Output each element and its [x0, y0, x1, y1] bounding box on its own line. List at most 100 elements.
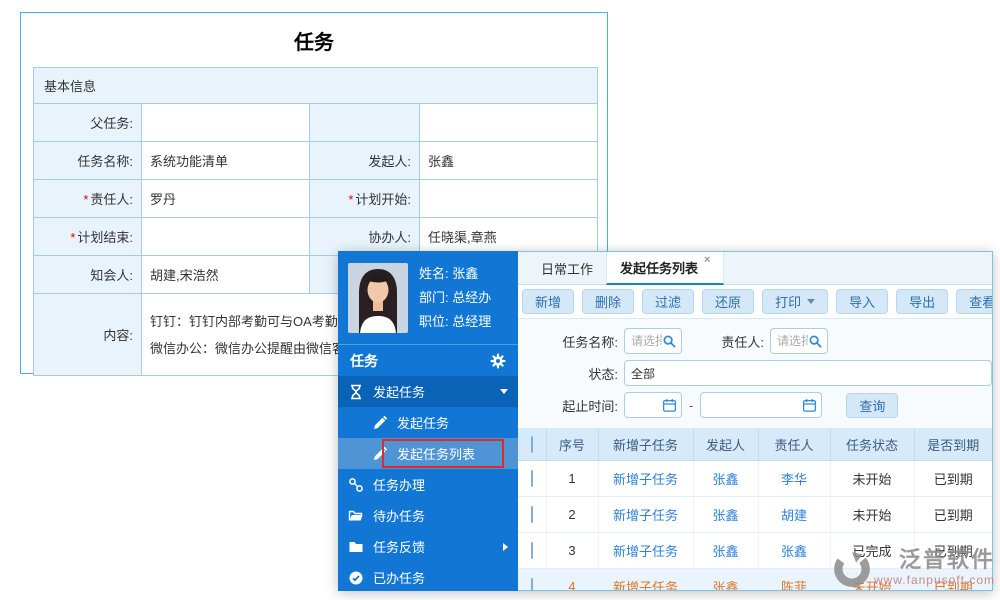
print-button[interactable]: 打印	[762, 289, 828, 314]
add-subtask-link[interactable]: 新增子任务	[613, 472, 678, 487]
sidebar-item-initiate-task-form[interactable]: 发起任务	[338, 407, 518, 438]
field-label-owner: *责任人:	[34, 180, 142, 218]
add-subtask-link[interactable]: 新增子任务	[613, 544, 678, 559]
sidebar-item-initiated-task-list[interactable]: 发起任务列表	[338, 438, 518, 469]
status-cell: 未开始	[830, 461, 914, 497]
initiator-link[interactable]: 张鑫	[712, 508, 738, 523]
profile-dept: 部门: 总经办	[419, 286, 491, 310]
field-value-informed: 胡建,宋浩然	[142, 256, 310, 294]
add-button[interactable]: 新增	[522, 289, 574, 314]
tab-daily-work[interactable]: 日常工作	[528, 252, 606, 284]
add-subtask-link[interactable]: 新增子任务	[613, 580, 678, 590]
required-mark: *	[83, 192, 88, 207]
folder-open-icon	[348, 508, 364, 524]
end-date-picker[interactable]	[700, 392, 822, 418]
table-header-row: 序号 新增子任务 发起人 责任人 任务状态 是否到期	[518, 428, 992, 461]
field-value-plan-end	[142, 218, 310, 256]
owner-input[interactable]	[777, 334, 808, 348]
module-title: 任务	[350, 351, 378, 371]
select-all-checkbox[interactable]	[531, 436, 533, 453]
profile-title: 职位: 总经理	[419, 310, 491, 334]
section-header: 基本信息	[34, 68, 598, 104]
initiator-link[interactable]: 张鑫	[712, 472, 738, 487]
tab-initiated-task-list[interactable]: 发起任务列表 ×	[606, 252, 724, 285]
select-all-cell	[518, 428, 546, 461]
owner-link[interactable]: 胡建	[781, 508, 807, 523]
export-button[interactable]: 导出	[896, 289, 948, 314]
toolbar: 新增 删除 过滤 还原 打印 导入 导出 查看日志	[518, 285, 992, 319]
close-icon[interactable]: ×	[704, 255, 710, 266]
field-value-owner: 罗丹	[142, 180, 310, 218]
filter-row-3: 起止时间: - 查询	[518, 390, 992, 420]
required-mark: *	[70, 230, 75, 245]
status-select[interactable]	[624, 360, 992, 386]
initiator-link[interactable]: 张鑫	[712, 580, 738, 590]
task-list-window: 姓名: 张鑫 部门: 总经办 职位: 总经理 任务	[338, 251, 993, 591]
seq-cell: 1	[546, 461, 598, 497]
sidebar-item-label: 发起任务	[373, 382, 425, 401]
search-icon[interactable]	[662, 334, 677, 349]
sidebar-item-task-handling[interactable]: 任务办理	[338, 469, 518, 500]
required-mark: *	[348, 192, 353, 207]
add-subtask-link[interactable]: 新增子任务	[613, 508, 678, 523]
task-name-input[interactable]	[631, 334, 662, 348]
fanpu-logo-icon	[831, 547, 873, 594]
row-checkbox[interactable]	[531, 542, 533, 559]
calendar-icon[interactable]	[662, 398, 677, 413]
delete-button[interactable]: 删除	[582, 289, 634, 314]
sidebar-item-todo-tasks[interactable]: 待办任务	[338, 500, 518, 531]
task-name-picker[interactable]	[624, 328, 682, 354]
task-name-label: 任务名称:	[540, 332, 618, 351]
filter-row-2: 状态:	[518, 358, 992, 388]
end-date-input[interactable]	[707, 398, 802, 412]
view-log-button[interactable]: 查看日志	[956, 289, 993, 314]
owner-link[interactable]: 李华	[781, 472, 807, 487]
table-row[interactable]: 2 新增子任务 张鑫 胡建 未开始 已到期	[518, 497, 992, 533]
due-cell: 已到期	[914, 497, 992, 533]
gear-icon[interactable]	[490, 353, 506, 369]
field-label-plan-start: *计划开始:	[310, 180, 420, 218]
field-value-assistant: 任晓渠,章燕	[420, 218, 598, 256]
seq-cell: 2	[546, 497, 598, 533]
field-value-task-name: 系统功能清单	[142, 142, 310, 180]
seq-cell: 3	[546, 533, 598, 569]
folder-icon	[348, 539, 364, 555]
owner-picker[interactable]	[770, 328, 828, 354]
check-circle-icon	[348, 570, 364, 586]
status-label: 状态:	[540, 364, 618, 383]
watermark-brand: 泛普软件	[899, 547, 995, 573]
row-checkbox[interactable]	[531, 506, 533, 523]
field-label-initiator: 发起人:	[310, 142, 420, 180]
filter-row-1: 任务名称: 责任人:	[518, 326, 992, 356]
watermark: 泛普软件 www.fanpusoft.com	[831, 547, 995, 594]
filter-button[interactable]: 过滤	[642, 289, 694, 314]
row-checkbox[interactable]	[531, 470, 533, 487]
search-icon[interactable]	[808, 334, 823, 349]
sidebar-item-done-tasks[interactable]: 已办任务	[338, 562, 518, 591]
row-checkbox[interactable]	[531, 578, 533, 590]
start-date-picker[interactable]	[624, 392, 682, 418]
table-row[interactable]: 1 新增子任务 张鑫 李华 未开始 已到期	[518, 461, 992, 497]
sidebar-item-initiate-task[interactable]: 发起任务	[338, 376, 518, 407]
status-input[interactable]	[631, 366, 987, 380]
sidebar-item-label: 已办任务	[373, 568, 425, 587]
owner-link[interactable]: 陈菲	[781, 580, 807, 590]
column-initiator: 发起人	[693, 428, 758, 461]
initiator-link[interactable]: 张鑫	[712, 544, 738, 559]
sidebar: 姓名: 张鑫 部门: 总经办 职位: 总经理 任务	[338, 251, 518, 591]
field-label-assistant: 协办人:	[310, 218, 420, 256]
field-value-plan-start	[420, 180, 598, 218]
column-seq: 序号	[546, 428, 598, 461]
restore-button[interactable]: 还原	[702, 289, 754, 314]
status-cell: 未开始	[830, 497, 914, 533]
calendar-icon[interactable]	[802, 398, 817, 413]
field-value-parent-task	[142, 104, 310, 142]
chevron-down-icon	[807, 299, 815, 304]
start-date-input[interactable]	[631, 398, 662, 412]
search-button[interactable]: 查询	[846, 393, 898, 418]
field-label-plan-end: *计划结束:	[34, 218, 142, 256]
field-label-content: 内容:	[34, 294, 142, 376]
sidebar-item-task-feedback[interactable]: 任务反馈	[338, 531, 518, 562]
owner-link[interactable]: 张鑫	[781, 544, 807, 559]
import-button[interactable]: 导入	[836, 289, 888, 314]
